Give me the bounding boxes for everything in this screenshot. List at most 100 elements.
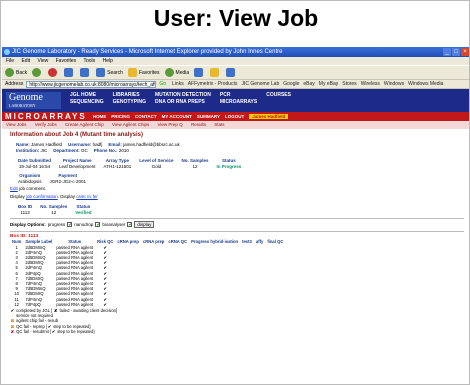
option-bioanalyser-checkbox[interactable]: ✔ xyxy=(127,222,133,228)
array-type: ATH1-121501 xyxy=(103,163,132,169)
user-info-row-2: Institution: JIC Department: GC Phone No… xyxy=(16,148,464,154)
search-icon xyxy=(96,68,106,77)
samples-table-body: 1 2d5DMmQ passed RNA agilent ✔ 2 2dP4mQ passed… xyxy=(10,244,286,307)
subnav-view-jobs[interactable]: View Jobs xyxy=(6,122,26,127)
empty-cell xyxy=(254,302,265,307)
current-user-badge: James Hadfield xyxy=(249,114,289,119)
forward-button[interactable] xyxy=(32,68,43,77)
search-button[interactable]: Search xyxy=(96,68,123,77)
media-button[interactable]: Media xyxy=(164,68,189,77)
date-submitted: 19-Jul-04 16:54 xyxy=(18,163,51,169)
print-button[interactable] xyxy=(226,68,237,77)
genome-lab-logo[interactable]: Genome LABORATORY xyxy=(6,92,61,109)
link-google[interactable]: Google xyxy=(283,81,299,87)
go-button[interactable]: Go xyxy=(159,81,166,87)
subnav-create-agilent-chip[interactable]: Create Agilent Chip xyxy=(65,122,104,127)
box-id-link[interactable]: 1113 xyxy=(14,210,36,216)
back-button[interactable]: Back xyxy=(5,68,27,77)
resubmit-icon: ✘ xyxy=(10,328,15,334)
organism-table: Organism Payment Arabidopsis JGR2-JG2-c-… xyxy=(14,173,90,184)
option-progress-checkbox[interactable]: ✔ xyxy=(67,222,72,228)
ma-menu-summary[interactable]: SUMMARY xyxy=(197,114,220,119)
edit-comment-link[interactable]: Edit xyxy=(10,186,18,191)
ma-menu-my-account[interactable]: MY ACCOUNT xyxy=(162,114,192,119)
window-title: JIC Genome Laboratory - Ready Services -… xyxy=(12,49,283,55)
ma-menu-pricing[interactable]: PRICING xyxy=(111,114,130,119)
minimize-icon[interactable]: _ xyxy=(443,48,451,56)
sample-status: passed RNA agilent xyxy=(56,301,94,307)
slide-frame: User: View Job JIC Genome Laboratory - R… xyxy=(0,0,470,385)
subnav-view-prep-q[interactable]: View Prep Q xyxy=(158,122,183,127)
ma-menu-logout[interactable]: LOGOUT xyxy=(225,114,244,119)
csv-link[interactable]: csint cv fer xyxy=(76,194,98,199)
username-value: hadfj xyxy=(92,142,103,147)
nav-genotyping[interactable]: GENOTYPING xyxy=(113,99,146,105)
nav-jgl-home[interactable]: JGL HOME xyxy=(70,92,104,98)
menu-edit[interactable]: Edit xyxy=(21,58,30,64)
mail-button[interactable] xyxy=(210,68,221,77)
print-icon xyxy=(226,68,236,77)
subnav-view-agilent-chips[interactable]: View Agilent Chips xyxy=(112,122,149,127)
samples-col-header: Sample Label xyxy=(25,239,53,244)
link-jic-genome-lab[interactable]: JIC Genome Lab xyxy=(241,81,279,87)
display-button[interactable]: display xyxy=(134,221,155,228)
nav-pcr[interactable]: PCR xyxy=(220,92,257,98)
link-wireless[interactable]: Wireless xyxy=(361,81,380,87)
site-nav: JGL HOME LIBRARIES MUTATION DETECTION PC… xyxy=(70,92,291,105)
samples-col-header: cRNA QC xyxy=(168,239,188,244)
browser-window: JIC Genome Laboratory - Ready Services -… xyxy=(2,47,469,384)
email-label: Email: xyxy=(108,142,122,147)
refresh-button[interactable] xyxy=(64,68,75,77)
display-options: Display Options: progress ✔ nanodrop ✔ b… xyxy=(10,221,464,228)
samples-col-header: Risk QC xyxy=(97,239,114,244)
slide-title: User: View Job xyxy=(153,5,319,31)
stop-button[interactable] xyxy=(48,68,59,77)
media-icon xyxy=(164,68,174,77)
maximize-icon[interactable]: □ xyxy=(452,48,460,56)
subnav-verify-jobs[interactable]: Verify Jobs xyxy=(35,122,57,127)
samples-col-header: Progress hybrid-isation xyxy=(191,239,239,244)
subnav-results[interactable]: Results xyxy=(191,122,206,127)
sample-status: passed RNA agilent xyxy=(56,291,94,297)
menu-favorites[interactable]: Favorites xyxy=(56,58,77,64)
menu-tools[interactable]: Tools xyxy=(83,58,95,64)
nav-microarrays[interactable]: MICROARRAYS xyxy=(220,99,257,105)
favorites-button[interactable]: Favorites xyxy=(127,68,160,77)
link-windows[interactable]: Windows xyxy=(384,81,404,87)
nav-sequencing[interactable]: SEQUENCING xyxy=(70,99,104,105)
url-field[interactable]: http://www.jicgenomelab.co.uk:8080/micro… xyxy=(26,80,157,88)
history-button[interactable] xyxy=(194,68,205,77)
window-titlebar: JIC Genome Laboratory - Ready Services -… xyxy=(2,47,469,57)
link-windows-media[interactable]: Windows Media xyxy=(408,81,443,87)
close-icon[interactable]: × xyxy=(461,48,469,56)
link-my-ebay[interactable]: My eBay xyxy=(319,81,338,87)
col-level-of-service: Level of Service xyxy=(139,158,174,163)
option-nanodrop-checkbox[interactable]: ✔ xyxy=(95,222,101,228)
nav-courses[interactable]: COURSES xyxy=(266,92,291,98)
tick-icon: ✔ xyxy=(51,328,56,334)
nav-mutation-detection[interactable]: MUTATION DETECTION xyxy=(155,92,211,98)
phone-value: 2010 xyxy=(118,148,129,153)
cross-icon: ✘ xyxy=(54,308,58,314)
menu-view[interactable]: View xyxy=(37,58,48,64)
job-confirmation-link[interactable]: job confirmation xyxy=(26,194,58,199)
home-button[interactable] xyxy=(80,68,91,77)
ma-menu-home[interactable]: HOME xyxy=(93,114,107,119)
phone-label: Phone No.: xyxy=(93,148,118,153)
link-affymetrix[interactable]: AFFymetrix - Products xyxy=(188,81,238,87)
name-label: Name: xyxy=(16,142,30,147)
legend-resubmit: ✘ QC fail - resubmit [✔ step to be repea… xyxy=(10,328,95,334)
site-header: Genome LABORATORY JGL HOME LIBRARIES MUT… xyxy=(2,89,469,112)
menu-help[interactable]: Help xyxy=(103,58,113,64)
payment: JGR2-JG2-c-2001 xyxy=(49,178,87,184)
empty-cell xyxy=(189,302,240,307)
nav-dna-rna-preps[interactable]: DNA OR RNA PREPS xyxy=(155,99,211,105)
link-ebay[interactable]: eBay xyxy=(303,81,314,87)
display-options-label: Display Options: xyxy=(10,222,46,227)
menu-file[interactable]: File xyxy=(6,58,14,64)
nav-libraries[interactable]: LIBRARIES xyxy=(113,92,146,98)
subnav-stats[interactable]: Stats xyxy=(214,122,224,127)
link-stores[interactable]: Stores xyxy=(342,81,356,87)
ma-menu-contact[interactable]: CONTACT xyxy=(135,114,157,119)
back-arrow-icon xyxy=(5,68,14,77)
